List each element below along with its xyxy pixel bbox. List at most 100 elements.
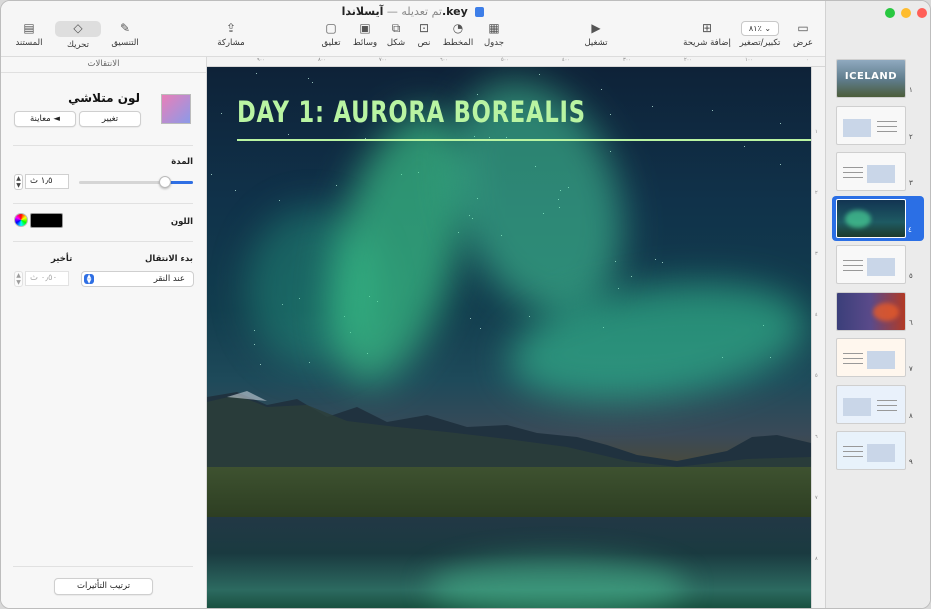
ruler-tick: ٥٠٠ [501, 57, 510, 63]
slide-thumbnail-7[interactable]: ٧ [826, 335, 930, 380]
ruler-tick: ٥ [815, 373, 818, 379]
thumbnail-text-line [877, 409, 897, 411]
thumbnail-figure [843, 397, 871, 416]
play-button[interactable]: ▶ تشغيل [579, 21, 613, 48]
add-slide-button[interactable]: ⊞ إضافة شريحة [681, 21, 733, 48]
star [470, 318, 471, 319]
ruler-tick: ٣٠٠ [623, 57, 632, 63]
star [235, 190, 236, 191]
slide-thumbnail-8[interactable]: ٨ [826, 382, 930, 427]
shape-button[interactable]: ⧉ شكل [383, 21, 409, 48]
star [780, 164, 781, 165]
animate-button[interactable]: ◇ تحريك [53, 21, 103, 50]
zoom-popup[interactable]: ٨١٪ ⌄ [741, 21, 779, 36]
star [539, 74, 540, 75]
duration-stepper[interactable]: ▲ ▼ [14, 174, 23, 190]
slide-thumbnail-2[interactable]: ٢ [826, 103, 930, 148]
table-button[interactable]: ▦ جدول [479, 21, 509, 48]
thumbnail-text-line [843, 446, 863, 447]
duration-slider-knob[interactable] [159, 176, 171, 188]
start-transition-popup[interactable]: ▲ ▼ عند النقر [81, 271, 194, 287]
ruler-tick: ٢ [815, 190, 818, 196]
toolbar: تم تعديله — آيسلاندا.key ▭ عرض ٨١٪ ⌄ تكب… [1, 1, 825, 57]
slide-thumbnail-1[interactable]: ICELAND ١ [826, 56, 930, 101]
thumbnail-image [836, 291, 906, 331]
star [480, 328, 481, 329]
delay-label: تأخير [51, 254, 73, 264]
star [312, 82, 313, 83]
slide-number: ٥ [909, 272, 913, 280]
color-well[interactable] [30, 213, 63, 228]
delay-field[interactable]: ٠٫٥٠ ث [25, 271, 69, 286]
table-icon: ▦ [488, 21, 500, 35]
star [529, 316, 530, 317]
slide-thumbnail-9[interactable]: ٩ [826, 428, 930, 473]
thumbnail-figure [873, 302, 899, 321]
transition-preview-swatch[interactable] [161, 94, 191, 124]
divider [13, 566, 193, 567]
change-transition-button[interactable]: تغيير [79, 111, 141, 127]
popup-chevron-icon: ▲ ▼ [84, 274, 94, 285]
star [308, 78, 309, 79]
slide-number: ٩ [909, 458, 913, 466]
thumbnail-figure [845, 209, 871, 228]
start-transition-label: بدء الانتقال [145, 254, 193, 264]
chart-icon: ◔ [452, 21, 464, 35]
duration-field[interactable]: ١٫٥ ث [25, 174, 69, 189]
thumbnail-text-line [843, 353, 863, 354]
slide-thumbnail-6[interactable]: ٦ [826, 289, 930, 334]
ruler-tick: ٨٠٠ [318, 57, 327, 63]
share-button[interactable]: ⇪ مشاركة [214, 21, 248, 48]
slide-canvas: ٩٠٠ ٨٠٠ ٧٠٠ ٦٠٠ ٥٠٠ ٤٠٠ ٣٠٠ ٢٠٠ ١٠٠ ٠ ١ ٢ ٣ ٤ ٥ ٦ ٧ ٨ DA… [207, 57, 825, 608]
star [655, 259, 656, 260]
current-slide[interactable]: DAY 1: AURORA BOREALIS [207, 67, 811, 608]
thumbnail-image [836, 338, 906, 377]
chart-button[interactable]: ◔ المخطط [441, 21, 475, 48]
thumbnail-text-line [843, 172, 863, 173]
delay-stepper[interactable]: ▲ ▼ [14, 271, 23, 287]
star [256, 73, 257, 74]
ruler-tick: ٢٠٠ [684, 57, 693, 63]
view-button[interactable]: ▭ عرض [788, 21, 818, 48]
divider [13, 203, 193, 204]
ruler-tick: ٤٠٠ [562, 57, 571, 63]
slide-thumbnail-5[interactable]: ٥ [826, 242, 930, 287]
star [221, 113, 222, 114]
slide-number: ٢ [909, 132, 913, 141]
star [610, 151, 611, 152]
keynote-window: تم تعديله — آيسلاندا.key ▭ عرض ٨١٪ ⌄ تكب… [0, 0, 931, 609]
slide-thumbnail-4[interactable]: ٤ [832, 195, 924, 241]
thumbnail-image [836, 245, 906, 284]
zoom-button[interactable]: ٨١٪ ⌄ تكبير/تصغير [734, 21, 786, 48]
thumbnail-text-line [843, 177, 863, 178]
duration-label: المدة [171, 157, 193, 167]
thumbnail-text-line [877, 125, 897, 127]
text-button[interactable]: ⊡ نص [411, 21, 437, 48]
photo-icon: ▣ [359, 21, 371, 35]
document-button[interactable]: ▤ المستند [9, 21, 49, 48]
thumbnail-text-line [843, 260, 863, 261]
slide-navigator: ICELAND ١ ٢ ٣ ٤ ٥ ٦ ٧ ٨ ٩ [825, 1, 930, 608]
close-window-button[interactable] [917, 8, 927, 18]
title-underline [237, 139, 811, 141]
document-title: تم تعديله — آيسلاندا.key [1, 5, 825, 18]
slide-thumbnail-3[interactable]: ٣ [826, 149, 930, 194]
thumbnail-figure [867, 165, 895, 183]
ruler-tick: ٧ [815, 495, 818, 501]
star [652, 106, 653, 107]
minimize-window-button[interactable] [901, 8, 911, 18]
comment-button[interactable]: ▢ تعليق [315, 21, 347, 48]
comment-icon: ▢ [325, 21, 337, 35]
preview-button[interactable]: معاينة ◄ [14, 111, 76, 127]
shape-icon: ⧉ [391, 21, 401, 35]
zoom-window-button[interactable] [885, 8, 895, 18]
format-button[interactable]: ✎ التنسيق [105, 21, 145, 48]
reflection-glow [427, 557, 687, 608]
build-order-button[interactable]: ترتيب التأثيرات [54, 578, 153, 595]
slide-number: ٧ [909, 365, 913, 373]
media-button[interactable]: ▣ وسائط [349, 21, 381, 48]
slide-number: ٣ [909, 179, 913, 187]
color-wheel-icon[interactable] [14, 213, 28, 227]
slide-title[interactable]: DAY 1: AURORA BOREALIS [237, 95, 586, 129]
thumbnail-figure [867, 351, 895, 369]
